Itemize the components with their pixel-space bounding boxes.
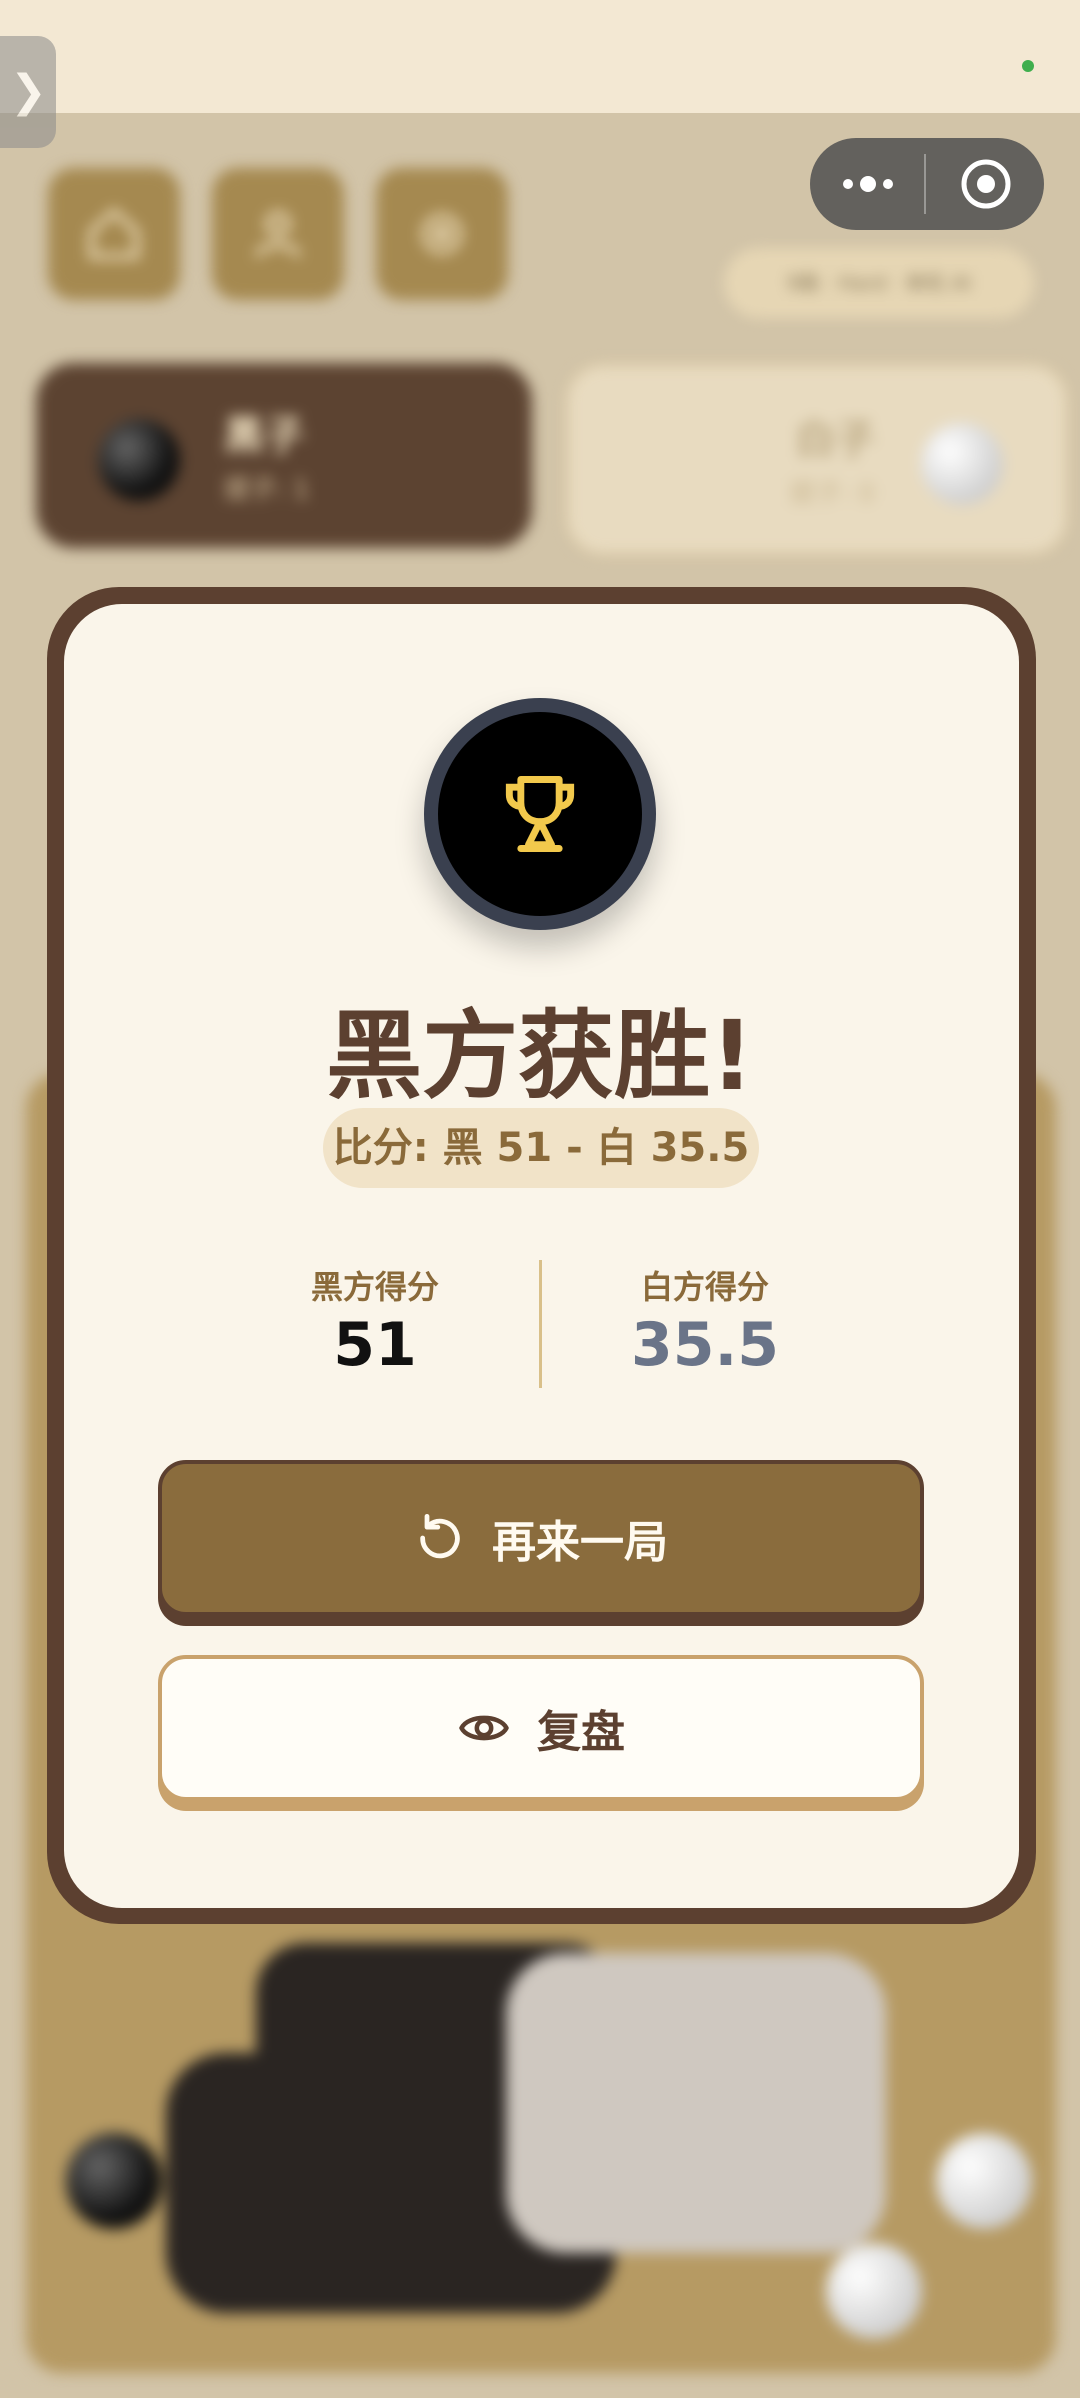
- white-stone: [826, 2243, 922, 2339]
- white-player-captures: 提子: 0: [789, 479, 875, 509]
- black-player-card: 黑子 提子: 1: [36, 363, 532, 548]
- white-score-value: 35.5: [630, 1310, 780, 1380]
- black-stone-icon: [98, 419, 180, 501]
- white-player-card: 白子 提子: 0: [565, 363, 1069, 556]
- game-mode-label: 9路 · Hard · 单机 AI: [724, 248, 1034, 318]
- status-bar: [0, 0, 1080, 113]
- home-icon: [89, 208, 139, 259]
- capsule-divider: [924, 154, 926, 214]
- restart-icon: [420, 1513, 460, 1559]
- play-again-button[interactable]: 再来一局: [158, 1460, 924, 1616]
- black-player-captures: 提子: 1: [224, 475, 310, 505]
- white-player-name: 白子: [795, 417, 875, 463]
- profile-icon: [255, 211, 301, 258]
- target-close-icon[interactable]: [960, 158, 1012, 210]
- white-territory: [506, 1953, 886, 2253]
- review-label: 复盘: [537, 1707, 625, 1758]
- profile-button[interactable]: [212, 168, 344, 300]
- chevron-right-icon: ❯: [10, 66, 47, 117]
- black-score-label: 黑方得分: [310, 1268, 439, 1306]
- result-title: 黑方获胜!: [326, 1000, 754, 1112]
- trophy-badge: [424, 698, 656, 930]
- black-stone: [66, 2133, 162, 2229]
- trophy-icon: [505, 776, 575, 852]
- black-player-name: 黑子: [224, 413, 304, 459]
- status-indicator-dot: [1022, 60, 1034, 72]
- black-score-value: 51: [333, 1310, 417, 1380]
- home-button[interactable]: [48, 168, 180, 300]
- eye-icon: [459, 1715, 509, 1741]
- white-stone-icon: [921, 423, 1003, 505]
- white-score-label: 白方得分: [640, 1268, 769, 1306]
- white-stone: [936, 2133, 1032, 2229]
- settings-button[interactable]: [376, 168, 508, 300]
- play-again-label: 再来一局: [492, 1517, 668, 1568]
- settings-icon: [422, 214, 462, 254]
- score-summary-badge: 比分: 黑 51 - 白 35.5: [323, 1108, 759, 1188]
- review-button[interactable]: 复盘: [158, 1655, 924, 1801]
- mini-program-capsule: [810, 138, 1044, 230]
- score-divider: [539, 1260, 542, 1388]
- more-dots-icon[interactable]: [840, 168, 900, 200]
